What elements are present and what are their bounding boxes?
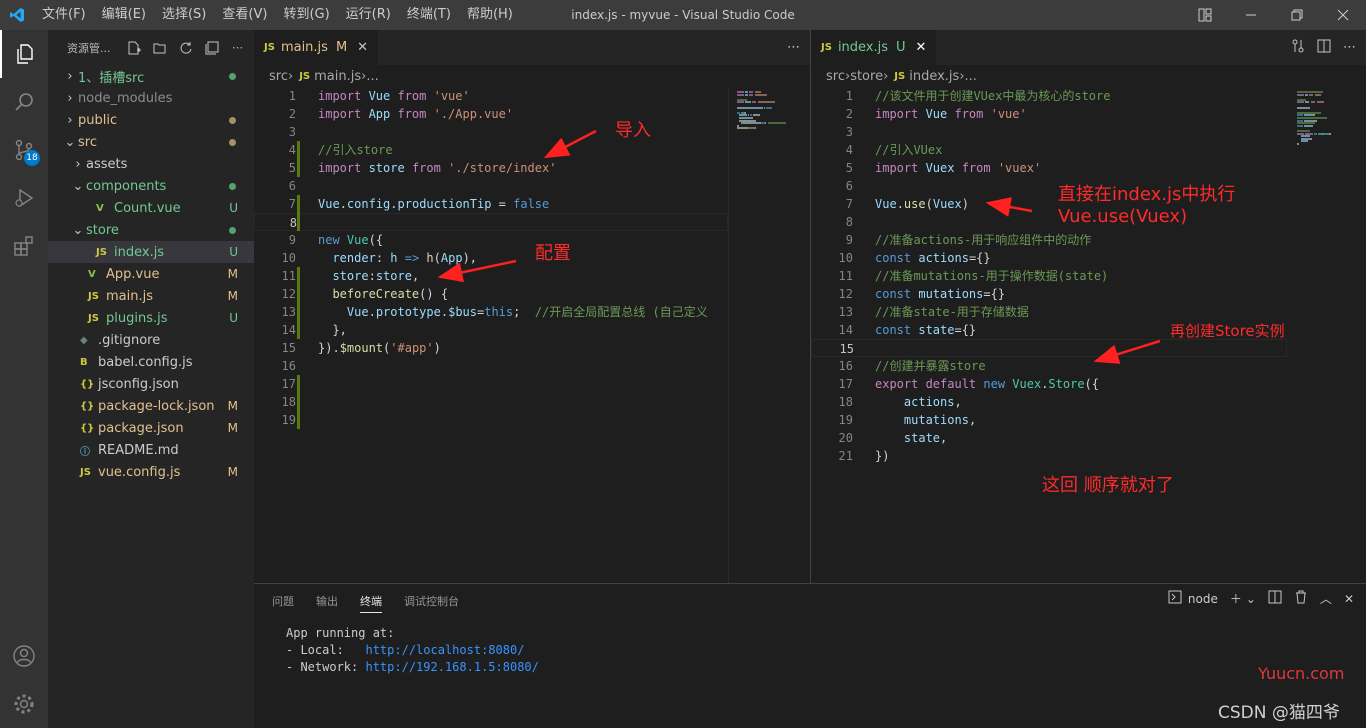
terminal-icon [1168,590,1182,607]
network-url-link[interactable]: http://192.168.1.5:8080/ [365,660,538,674]
annotation-exec-line2: Vue.use(Vuex) [1058,206,1188,227]
terminal-panel: 问题 输出 终端 调试控制台 node ＋ ⌄ ︿ ✕ App running at:… [254,583,1366,728]
chevron-down-icon[interactable]: ⌄ [1246,592,1256,606]
terminal-line: App running at: [286,626,395,640]
split-terminal-icon[interactable] [1268,590,1282,607]
annotation-config: 配置 [535,243,571,264]
annotation-order: 这回 顺序就对了 [1042,475,1174,496]
panel-tab[interactable]: 问题 [272,591,294,613]
terminal-line: - Local: [286,643,366,657]
panel-tab[interactable]: 调试控制台 [404,591,459,613]
terminal-output[interactable]: App running at: - Local: http://localhos… [254,619,1366,676]
annotation-exec-line1: 直接在index.js中执行 [1058,184,1236,205]
watermark-yuucn: Yuucn.com [1258,664,1345,683]
annotation-store: 再创建Store实例 [1170,322,1285,340]
new-terminal-icon[interactable]: ＋ [1230,590,1242,607]
annotation-import: 导入 [615,120,651,141]
watermark-csdn: CSDN @猫四爷 [1218,703,1340,723]
maximize-panel-icon[interactable]: ︿ [1320,590,1332,607]
terminal-line: - Network: [286,660,366,674]
panel-tab[interactable]: 终端 [360,591,382,613]
panel-tab[interactable]: 输出 [316,591,338,613]
close-panel-icon[interactable]: ✕ [1344,592,1354,606]
terminal-name[interactable]: node [1188,592,1218,606]
local-url-link[interactable]: http://localhost:8080/ [365,643,524,657]
trash-icon[interactable] [1294,590,1308,607]
